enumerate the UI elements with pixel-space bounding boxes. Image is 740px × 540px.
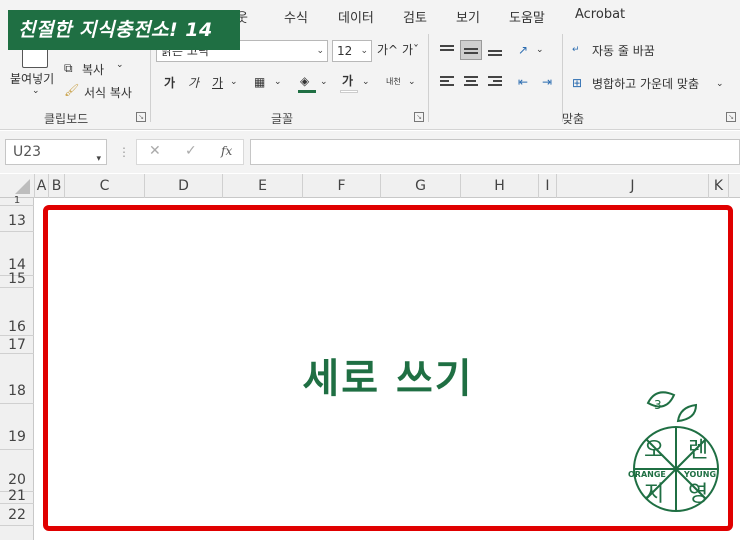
svg-text:3: 3 [654,398,662,412]
chevron-down-icon: ⌄ [360,46,368,56]
channel-banner: 친절한 지식충전소! 14 [8,10,240,50]
italic-button[interactable]: 가 [188,75,199,91]
copy-icon: ⧉ [64,61,73,75]
alignment-launcher-icon[interactable]: ↘ [726,112,736,122]
align-left-icon[interactable] [440,76,454,88]
merge-center-dropdown-icon[interactable]: ⌄ [716,76,724,92]
orange-young-logo: 3 오 렌 지 영 ORANGE YOUNG [628,391,719,512]
row-header[interactable]: 19 [0,404,34,450]
row-header[interactable]: 17 [0,336,34,354]
fill-color-swatch [298,90,316,93]
font-color-icon[interactable]: 가 [342,73,353,89]
phonetic-dropdown-icon[interactable]: ⌄ [408,74,416,90]
enter-icon[interactable]: ✓ [185,143,197,159]
row-header[interactable]: 16 [0,288,34,336]
row-header[interactable]: 13 [0,206,34,232]
column-header[interactable]: I [539,174,557,198]
group-divider [428,34,429,122]
phonetic-button[interactable]: 내천 [386,74,401,90]
bold-button[interactable]: 가 [164,75,175,91]
column-header[interactable]: F [303,174,381,198]
underline-button[interactable]: 가 [212,75,223,91]
font-launcher-icon[interactable]: ↘ [414,112,424,122]
logo-char-ren: 렌 [688,438,708,463]
align-center-icon[interactable] [464,76,478,88]
fill-color-icon[interactable]: ◈ [300,73,309,89]
borders-icon[interactable]: ▦ [254,74,265,90]
row-header[interactable]: 18 [0,354,34,404]
logo-text-young: YOUNG [683,470,716,479]
wrap-text-icon: ↵ [572,45,580,55]
name-box-value: U23 [13,144,42,160]
formula-buttons: ✕ ✓ fx [136,139,244,165]
shrink-font-button[interactable]: 가ˇ [402,42,419,58]
logo-char-o: 오 [644,438,664,463]
tab-data[interactable]: 데이터 [338,7,374,26]
align-right-icon[interactable] [488,76,502,88]
format-painter-button[interactable]: 서식 복사 [84,84,132,101]
column-header[interactable]: G [381,174,461,198]
tab-help[interactable]: 도움말 [509,7,545,26]
name-box[interactable]: U23 ▾ [5,139,107,165]
logo-text-orange: ORANGE [628,470,666,479]
paste-dropdown-icon[interactable]: ⌄ [32,86,40,96]
font-color-dropdown-icon[interactable]: ⌄ [362,74,370,90]
row-header[interactable]: 21 [0,489,34,504]
increase-indent-icon[interactable]: ⇥ [542,74,552,90]
alignment-group-label: 맞춤 [562,112,585,126]
font-color-swatch [340,90,358,93]
fill-color-dropdown-icon[interactable]: ⌄ [320,74,328,90]
tab-acrobat[interactable]: Acrobat [575,7,625,22]
cancel-icon[interactable]: ✕ [149,143,161,159]
column-header[interactable]: J [557,174,709,198]
tab-formulas[interactable]: 수식 [284,7,308,26]
decrease-indent-icon[interactable]: ⇤ [518,74,528,90]
formula-bar: U23 ▾ ⋮ ✕ ✓ fx [0,131,740,173]
borders-dropdown-icon[interactable]: ⌄ [274,74,282,90]
chevron-down-icon: ▾ [96,154,101,164]
logo-char-ji: 지 [644,482,664,507]
group-divider [562,34,563,122]
font-size-select[interactable]: 12 ⌄ [332,40,372,62]
column-header-bar: A B C D E F G H I J K [0,174,740,198]
column-header[interactable]: C [65,174,145,198]
tab-review[interactable]: 검토 [403,7,427,26]
tab-view[interactable]: 보기 [456,7,480,26]
row-header[interactable]: 14 [0,232,34,276]
orientation-icon[interactable]: ↗ [518,42,528,58]
row-header[interactable]: 1 [0,196,34,206]
wrap-text-button[interactable]: 자동 줄 바꿈 [592,43,655,59]
column-header[interactable]: B [49,174,65,198]
align-middle-icon[interactable] [460,40,482,60]
column-header[interactable]: H [461,174,539,198]
insert-function-icon[interactable]: fx [221,144,232,158]
column-header[interactable]: E [223,174,303,198]
copy-dropdown-icon[interactable]: ⌄ [116,60,124,70]
underline-dropdown-icon[interactable]: ⌄ [230,74,238,90]
align-bottom-icon[interactable] [488,44,502,56]
column-header[interactable]: K [709,174,729,198]
chevron-down-icon: ⌄ [316,46,324,56]
row-header[interactable]: 22 [0,504,34,526]
grow-font-button[interactable]: 가^ [377,42,398,58]
clipboard-launcher-icon[interactable]: ↘ [136,112,146,122]
orientation-dropdown-icon[interactable]: ⌄ [536,42,544,58]
merge-center-icon: ⊞ [572,76,583,90]
clipboard-group-label: 클립보드 [44,112,89,126]
format-painter-icon: 🖌 [64,83,80,97]
row-header[interactable]: 15 [0,272,34,288]
merge-center-button[interactable]: 병합하고 가운데 맞춤 [592,76,699,92]
logo-char-young: 영 [688,482,708,507]
column-header[interactable]: D [145,174,223,198]
font-size-value: 12 [337,44,353,58]
formula-input[interactable] [250,139,740,165]
paste-button-label[interactable]: 붙여넣기 [10,70,54,87]
align-top-icon[interactable] [440,44,454,56]
more-options-icon: ⋮ [118,145,130,159]
row-header-bar: 1 13 14 15 16 17 18 19 20 21 22 [0,196,34,540]
copy-button[interactable]: 복사 [82,61,104,78]
column-header[interactable]: A [35,174,49,198]
row-header[interactable]: 20 [0,450,34,492]
font-group-label: 글꼴 [271,112,294,126]
